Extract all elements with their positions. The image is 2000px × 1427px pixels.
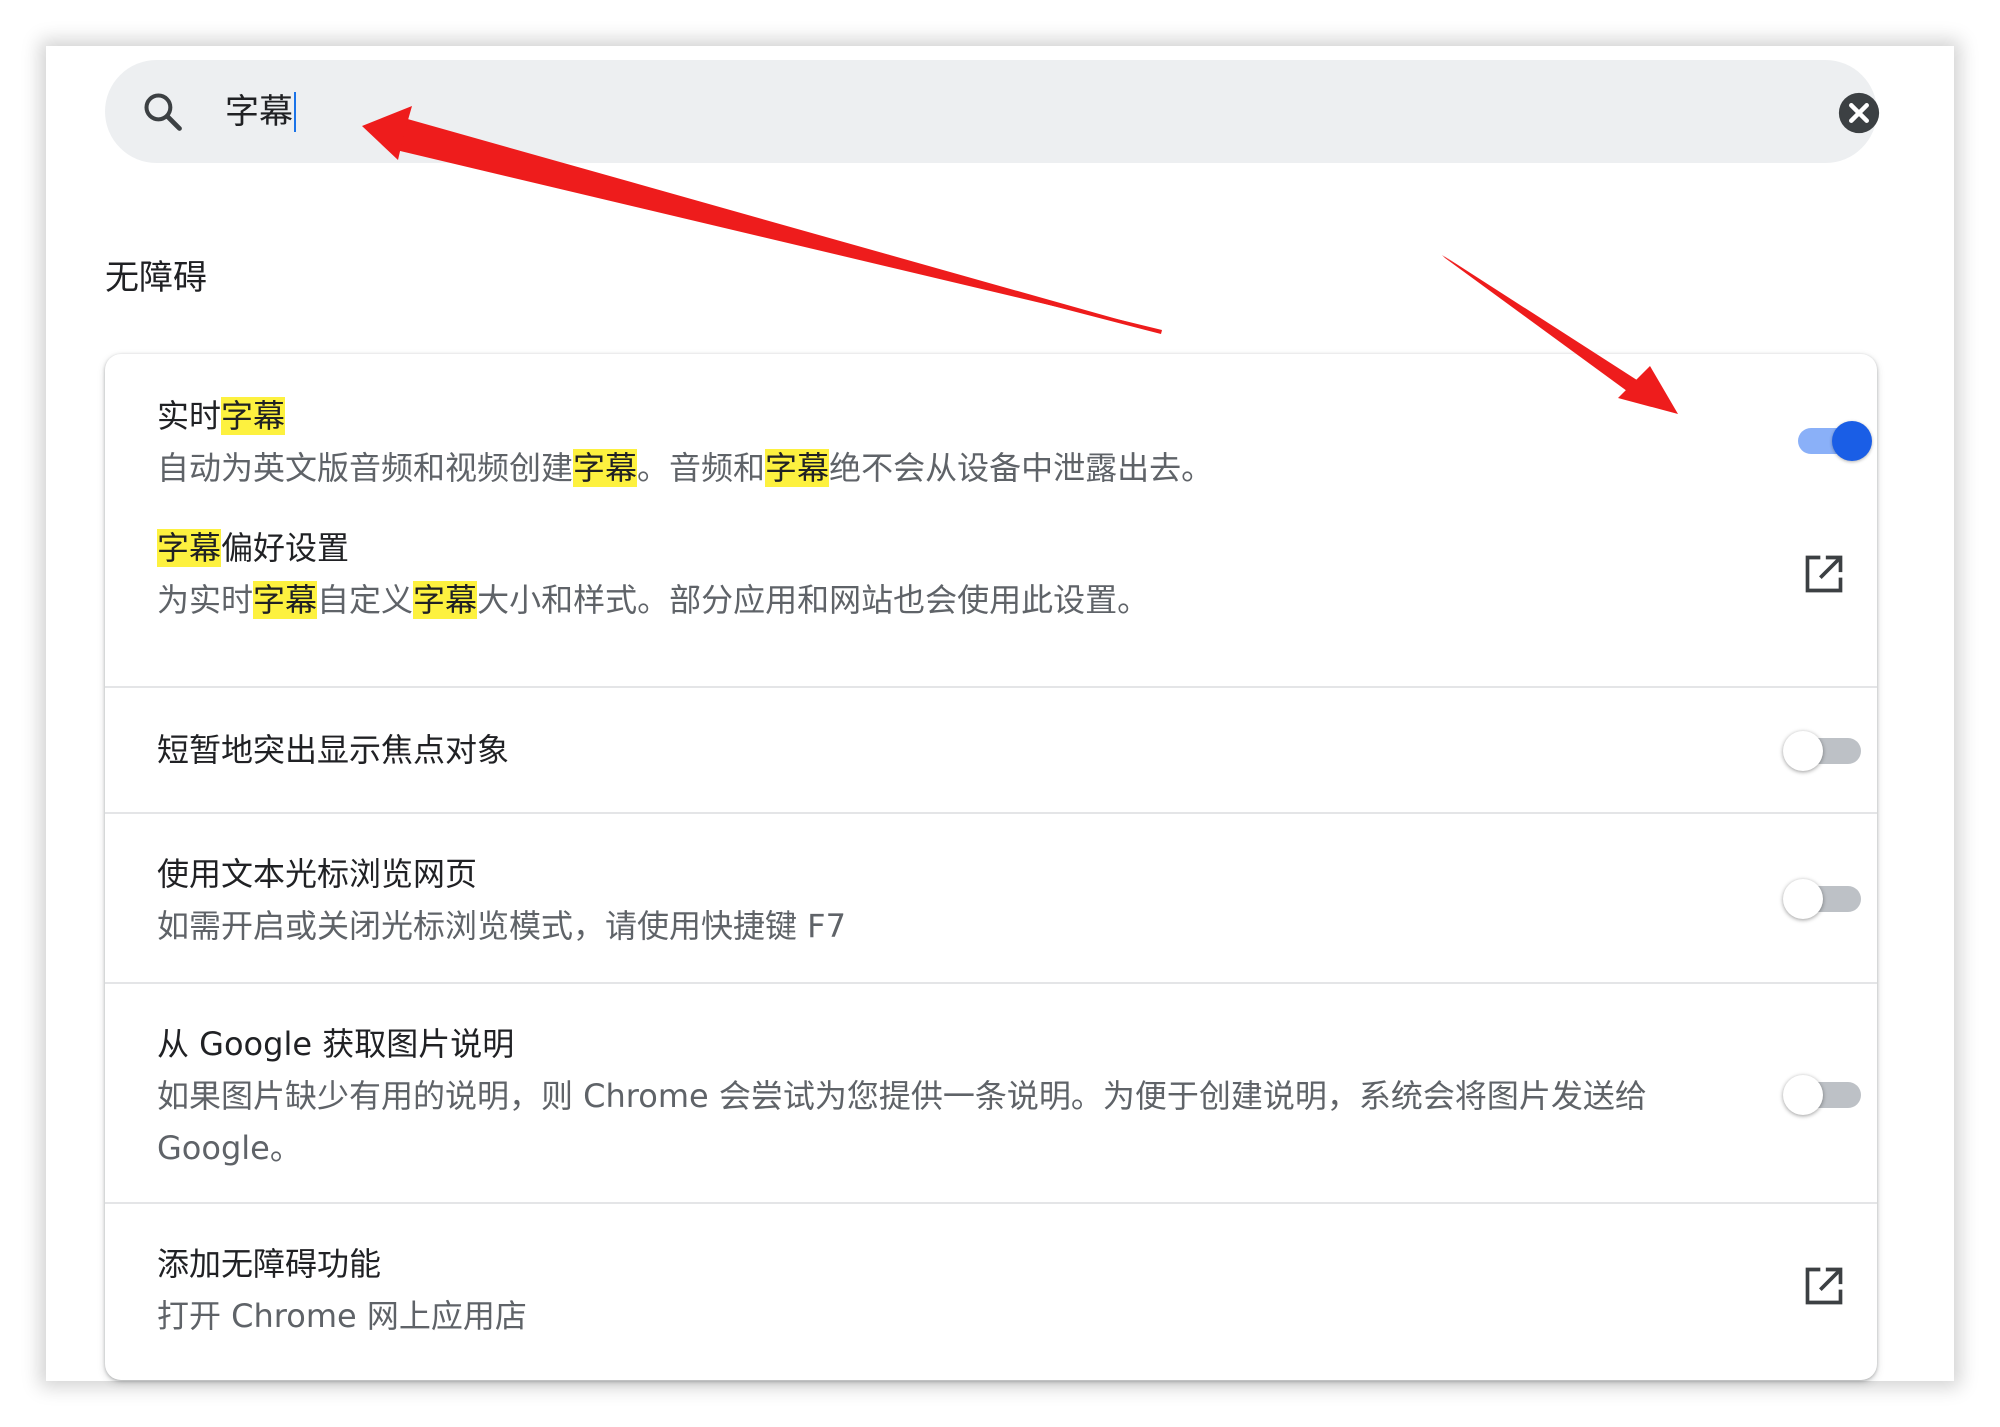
desc-text: 绝不会从设备中泄露出去。 [829,449,1214,487]
setting-text: 字幕偏好设置 为实时字幕自定义字幕大小和样式。部分应用和网站也会使用此设置。 [157,522,1697,626]
search-highlight: 字幕 [221,397,286,435]
setting-description: 打开 Chrome 网上应用店 [157,1297,527,1335]
settings-card: 实时字幕 自动为英文版音频和视频创建字幕。音频和字幕绝不会从设备中泄露出去。 字… [105,354,1877,1380]
setting-title: 字幕偏好设置 [157,522,1697,574]
setting-text: 从 Google 获取图片说明 如果图片缺少有用的说明，则 Chrome 会尝试… [157,1018,1697,1174]
setting-description: 如需开启或关闭光标浏览模式，请使用快捷键 F7 [157,907,846,945]
setting-row-caption-preferences[interactable]: 字幕偏好设置 为实时字幕自定义字幕大小和样式。部分应用和网站也会使用此设置。 [105,522,1877,686]
toggle-knob [1783,879,1823,919]
setting-description: 如果图片缺少有用的说明，则 Chrome 会尝试为您提供一条说明。为便于创建说明… [157,1077,1647,1167]
setting-row-live-caption[interactable]: 实时字幕 自动为英文版音频和视频创建字幕。音频和字幕绝不会从设备中泄露出去。 [105,354,1877,522]
search-highlight: 字幕 [157,529,222,567]
external-link-icon[interactable] [1802,1264,1846,1308]
focus-highlight-toggle[interactable] [1783,726,1863,774]
search-highlight: 字幕 [413,581,478,619]
desc-text: 。音频和 [637,449,766,487]
settings-window: 字幕 无障碍 实时字幕 自动为英文版音频和视频创建字幕。音频和字幕绝不会从设备中… [46,46,1954,1381]
search-icon [144,93,182,131]
setting-title: 添加无障碍功能 [157,1245,382,1283]
setting-title: 实时字幕 [157,390,1697,442]
setting-text: 添加无障碍功能 打开 Chrome 网上应用店 [157,1238,1697,1342]
toggle-knob [1783,1075,1823,1115]
search-highlight: 字幕 [253,581,318,619]
setting-description: 自动为英文版音频和视频创建字幕。音频和字幕绝不会从设备中泄露出去。 [157,442,1697,494]
search-highlight: 字幕 [573,449,638,487]
clear-search-icon[interactable] [1838,92,1880,134]
external-link-icon[interactable] [1802,552,1846,596]
setting-text: 实时字幕 自动为英文版音频和视频创建字幕。音频和字幕绝不会从设备中泄露出去。 [157,390,1697,494]
title-text: 偏好设置 [221,529,350,567]
search-highlight: 字幕 [765,449,830,487]
setting-text: 使用文本光标浏览网页 如需开启或关闭光标浏览模式，请使用快捷键 F7 [157,848,1697,952]
toggle-knob [1832,421,1872,461]
setting-title: 使用文本光标浏览网页 [157,855,478,893]
title-text: 实时 [157,397,222,435]
desc-text: 大小和样式。部分应用和网站也会使用此设置。 [477,581,1150,619]
setting-row-add-accessibility[interactable]: 添加无障碍功能 打开 Chrome 网上应用店 [105,1202,1877,1380]
caret-browsing-toggle[interactable] [1783,874,1863,922]
setting-title: 从 Google 获取图片说明 [157,1025,515,1063]
desc-text: 为实时 [157,581,254,619]
setting-title: 短暂地突出显示焦点对象 [157,731,510,769]
search-bar[interactable]: 字幕 [105,60,1880,163]
section-title: 无障碍 [105,258,207,298]
desc-text: 自动为英文版音频和视频创建 [157,449,574,487]
setting-description: 为实时字幕自定义字幕大小和样式。部分应用和网站也会使用此设置。 [157,574,1697,626]
setting-row-focus-highlight[interactable]: 短暂地突出显示焦点对象 [105,686,1877,814]
desc-text: 自定义 [317,581,414,619]
toggle-knob [1783,731,1823,771]
search-input[interactable]: 字幕 [225,84,296,140]
setting-text: 短暂地突出显示焦点对象 [157,724,1697,776]
search-input-value: 字幕 [225,92,293,132]
live-caption-toggle[interactable] [1792,416,1872,464]
image-descriptions-toggle[interactable] [1783,1070,1863,1118]
text-caret [294,91,296,132]
setting-row-caret-browsing[interactable]: 使用文本光标浏览网页 如需开启或关闭光标浏览模式，请使用快捷键 F7 [105,812,1877,984]
setting-row-image-descriptions[interactable]: 从 Google 获取图片说明 如果图片缺少有用的说明，则 Chrome 会尝试… [105,982,1877,1204]
